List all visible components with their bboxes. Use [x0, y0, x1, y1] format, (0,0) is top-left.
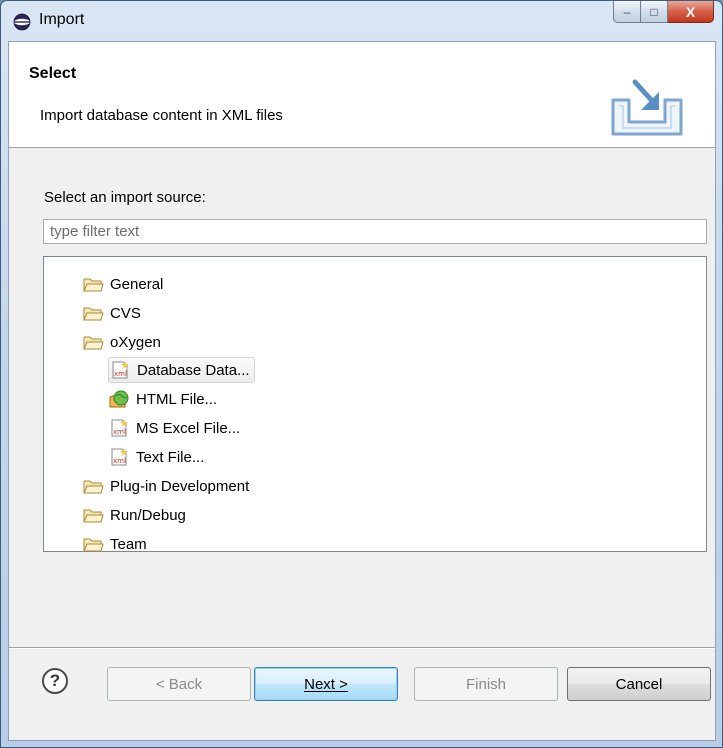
cancel-button[interactable]: Cancel: [567, 667, 711, 701]
finish-button-label: Finish: [465, 675, 506, 693]
tree-item-general[interactable]: General: [82, 271, 163, 297]
tree-item-label: oXygen: [110, 333, 161, 351]
close-icon: X: [685, 3, 696, 20]
tree-item-label: CVS: [110, 304, 141, 322]
dialog-content: Select Import database content in XML fi…: [8, 41, 716, 741]
folder-icon: [83, 278, 104, 292]
xml-file-icon: xml: [111, 419, 128, 437]
tree-item-label: Plug-in Development: [110, 477, 250, 495]
filter-input[interactable]: [43, 219, 707, 244]
xml-file-icon: xml: [111, 448, 128, 466]
next-button-label: Next >: [304, 675, 348, 693]
svg-text:xml: xml: [113, 428, 126, 436]
import-wizard-banner-icon: [611, 79, 683, 136]
svg-text:xml: xml: [113, 457, 126, 465]
help-button[interactable]: ?: [42, 668, 68, 694]
page-title: Select: [29, 65, 77, 82]
page-description: Import database content in XML files: [40, 107, 283, 124]
folder-icon: [83, 538, 104, 552]
wizard-header: Select Import database content in XML fi…: [9, 42, 715, 148]
window-controls: – □ X: [613, 1, 714, 25]
import-dialog-window: Import – □ X Select Import database cont…: [0, 0, 723, 748]
minimize-icon: –: [623, 4, 631, 19]
tree-item-label: Run/Debug: [110, 506, 186, 524]
tree-item-database-data[interactable]: xml Database Data...: [108, 357, 255, 383]
close-button[interactable]: X: [668, 1, 714, 23]
tree-item-label: General: [110, 275, 164, 293]
tree-item-plug-in-development[interactable]: Plug-in Development: [82, 473, 249, 499]
folder-icon: [83, 480, 104, 494]
tree-item-ms-excel-file[interactable]: xml MS Excel File...: [108, 415, 240, 441]
back-button-label: < Back: [155, 675, 203, 693]
maximize-button[interactable]: □: [641, 1, 668, 23]
svg-text:xml: xml: [114, 370, 127, 378]
folder-open-icon: [83, 336, 104, 350]
minimize-button[interactable]: –: [613, 1, 641, 23]
footer-separator: [9, 647, 715, 649]
next-button[interactable]: Next >: [254, 667, 398, 701]
folder-icon: [83, 307, 104, 321]
finish-button[interactable]: Finish: [414, 667, 558, 701]
help-icon: ?: [49, 671, 61, 690]
tree-item-label: MS Excel File...: [136, 419, 241, 437]
cancel-button-label: Cancel: [615, 675, 663, 693]
folder-icon: [83, 509, 104, 523]
maximize-icon: □: [650, 4, 658, 19]
tree-item-text-file[interactable]: xml Text File...: [108, 444, 204, 470]
import-source-tree[interactable]: General CVS oXygen xml Database Data... …: [43, 256, 707, 553]
tree-item-oxygen[interactable]: oXygen: [82, 329, 161, 355]
tree-item-label: HTML File...: [136, 390, 218, 408]
tree-item-team[interactable]: Team: [82, 531, 147, 557]
tree-item-label: Text File...: [136, 448, 205, 466]
tree-item-html-file[interactable]: HTML File...: [108, 386, 217, 412]
back-button[interactable]: < Back: [107, 667, 251, 701]
html-globe-icon: [109, 390, 129, 408]
tree-item-run-debug[interactable]: Run/Debug: [82, 502, 186, 528]
tree-item-label: Database Data...: [137, 361, 250, 379]
xml-file-icon: xml: [112, 361, 129, 379]
import-source-label: Select an import source:: [44, 189, 206, 206]
window-title: Import: [39, 11, 85, 28]
title-bar[interactable]: Import – □ X: [1, 1, 722, 41]
eclipse-icon: [13, 13, 31, 31]
tree-item-label: Team: [110, 535, 147, 553]
tree-item-cvs[interactable]: CVS: [82, 300, 141, 326]
